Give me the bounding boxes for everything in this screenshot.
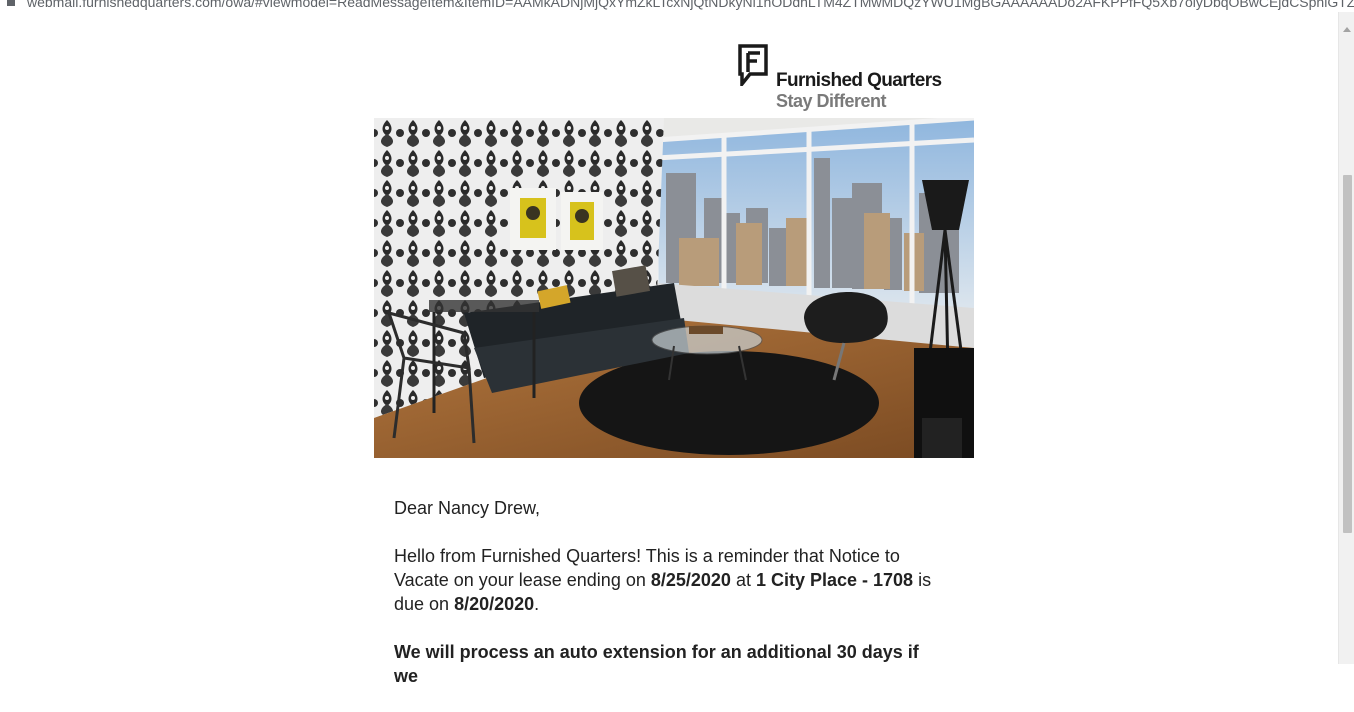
reminder-text-2: at (730, 570, 756, 590)
logo-name: Furnished Quarters (776, 70, 942, 91)
living-room-photo (374, 118, 974, 458)
logo-tagline: Stay Different (776, 91, 887, 111)
scroll-up-arrow-icon[interactable] (1343, 27, 1351, 32)
auto-extension-text: We will process an auto extension for an… (394, 642, 919, 686)
address-bar[interactable]: webmail.furnishedquarters.com/owa/#viewm… (0, 0, 1354, 12)
reminder-paragraph: Hello from Furnished Quarters! This is a… (394, 544, 944, 616)
property-address: 1 City Place - 1708 (755, 570, 914, 590)
notice-due-date: 8/20/2020 (454, 594, 535, 614)
lease-end-date: 8/25/2020 (650, 570, 731, 590)
lock-icon (7, 0, 15, 6)
scrollbar-thumb[interactable] (1343, 175, 1352, 533)
message-text: Dear Nancy Drew, Hello from Furnished Qu… (394, 496, 944, 712)
hero-apartment-image (374, 118, 974, 458)
reminder-text-4: . (534, 594, 540, 614)
brand-logo[interactable]: Furnished Quarters Stay Different (738, 44, 962, 114)
url-text: webmail.furnishedquarters.com/owa/#viewm… (27, 0, 1354, 10)
vertical-scrollbar[interactable] (1338, 12, 1354, 664)
greeting: Dear Nancy Drew, (394, 498, 541, 518)
auto-extension-paragraph: We will process an auto extension for an… (394, 640, 944, 688)
fq-logo-mark-icon (738, 44, 768, 86)
